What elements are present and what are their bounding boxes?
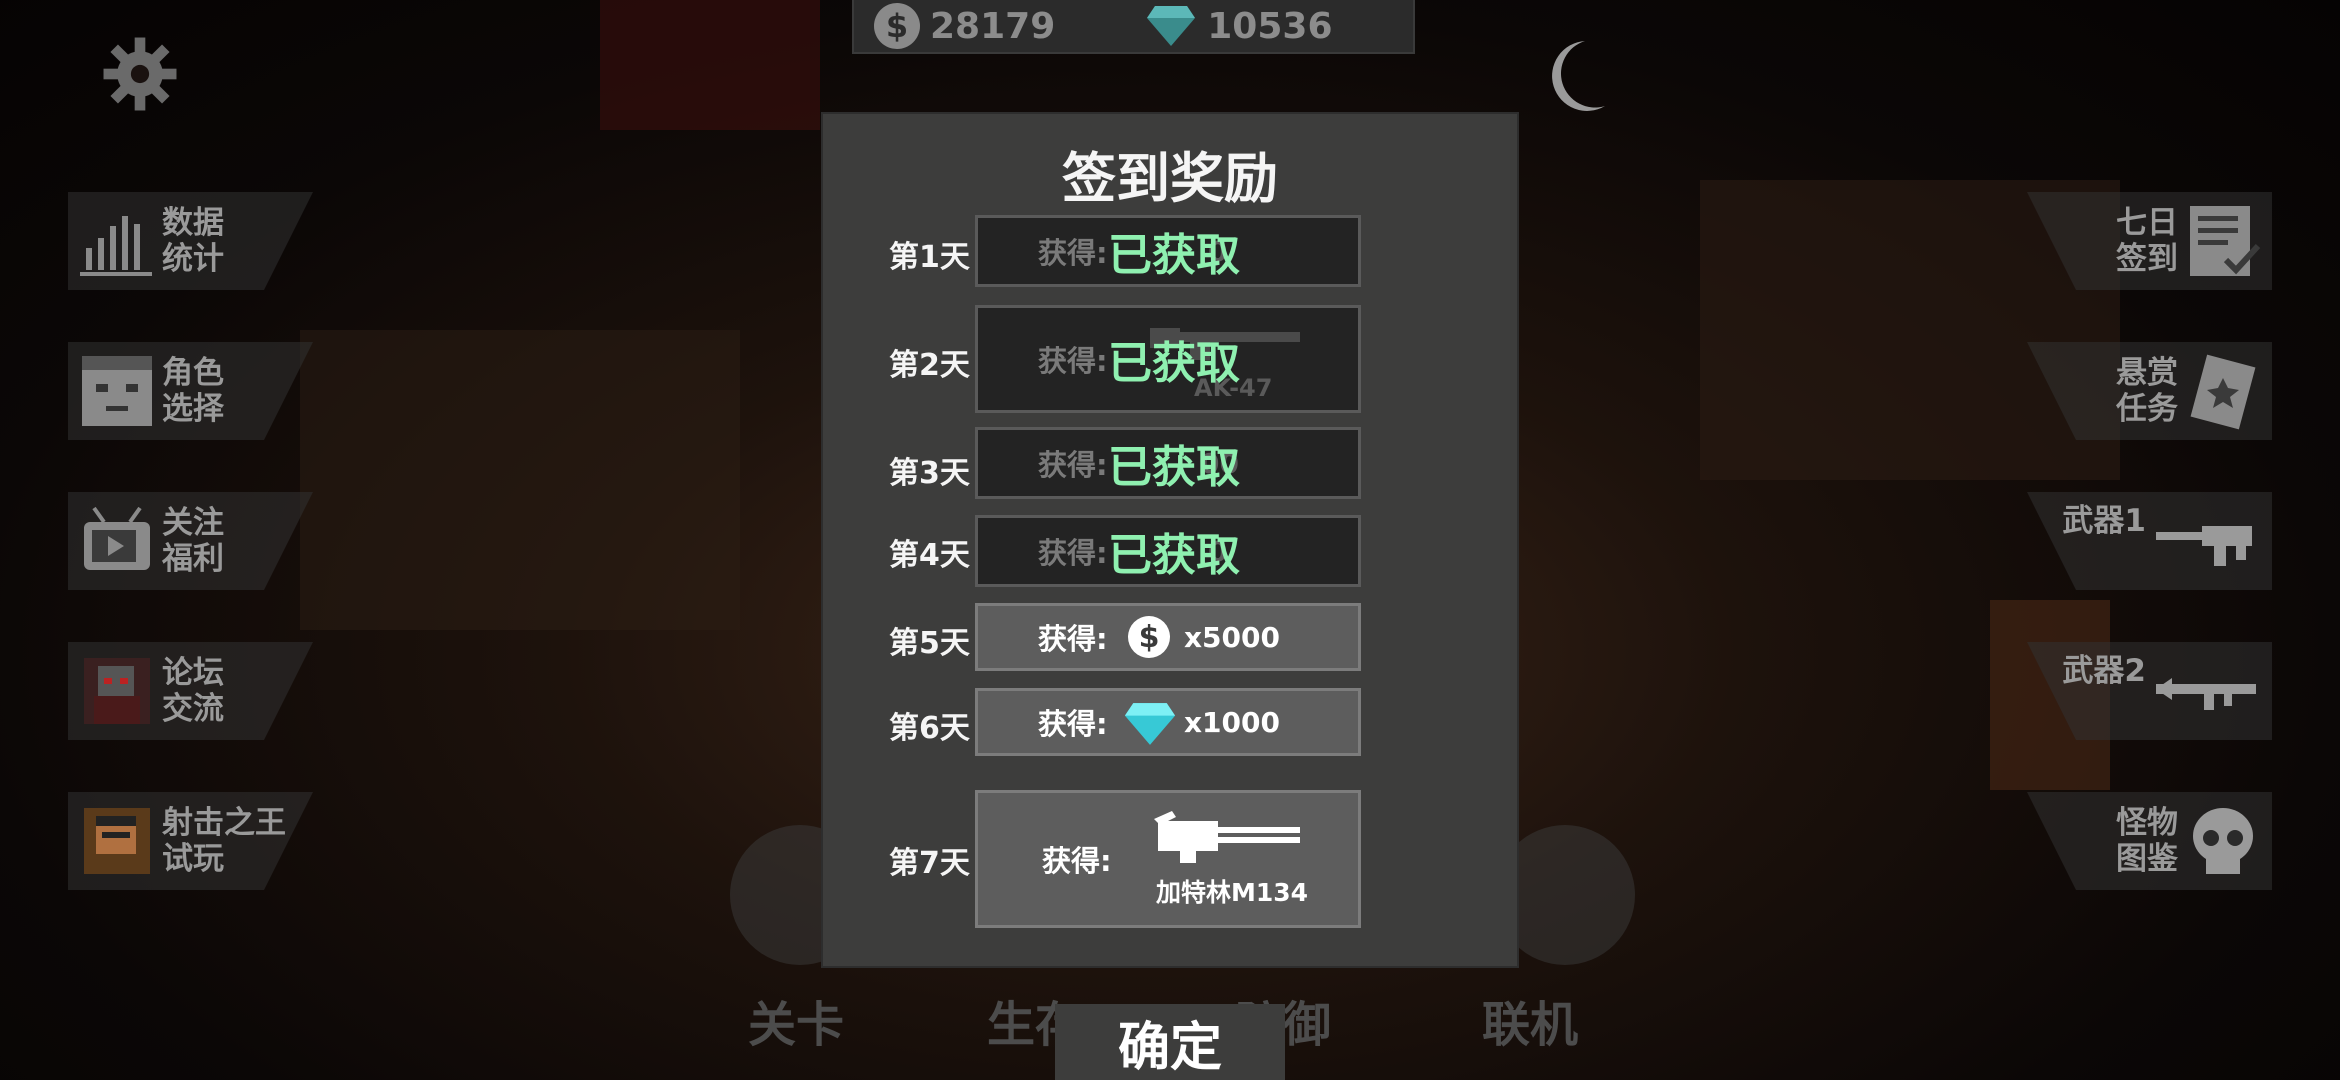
get-label: 获得: [1038, 236, 1108, 270]
menu-stats-label: 数据 统计 [162, 205, 224, 277]
day-3-label: 第3天 [889, 456, 970, 491]
get-label: 获得: [1038, 448, 1108, 482]
day-1-label: 第1天 [889, 240, 970, 275]
day-7-item-name: 加特林M134 [1156, 878, 1309, 907]
checklist-icon [2190, 206, 2261, 276]
day-5-label: 第5天 [889, 626, 970, 661]
day-6-amount: x1000 [1184, 705, 1280, 739]
day-1-reward: 获得: 0 已获取 [975, 215, 1361, 287]
mode-online-label[interactable]: 联机 [1482, 985, 1578, 1055]
menu-forum-label: 论坛 交流 [162, 655, 224, 727]
coin-count: 28179 [930, 5, 1056, 47]
menu-stats-button[interactable]: 数据 统计 [68, 192, 313, 290]
day-4-label: 第4天 [889, 538, 970, 573]
coin-balance: $ 28179 [874, 3, 1055, 49]
gatling-gun-icon [1154, 811, 1300, 863]
bar-chart-icon [80, 216, 152, 276]
menu-trial-label: 射击之王 试玩 [162, 805, 286, 877]
menu-monster-label: 怪物 图鉴 [2116, 805, 2178, 877]
day-2-label: 第2天 [889, 348, 970, 383]
menu-weapon2-label: 武器2 [2062, 653, 2146, 689]
menu-follow-label: 关注 福利 [162, 505, 224, 577]
menu-monster-button[interactable]: 怪物 图鉴 [2027, 792, 2272, 890]
menu-forum-button[interactable]: 论坛 交流 [68, 642, 313, 740]
menu-weapon1-label: 武器1 [2062, 503, 2146, 539]
bg-red-shelf [600, 0, 820, 130]
menu-checkin-label: 七日 签到 [2116, 205, 2178, 277]
gem-count: 10536 [1207, 5, 1333, 47]
menu-character-label: 角色 选择 [162, 355, 224, 427]
claimed-label: 已获取 [1108, 530, 1240, 581]
checkin-reward-dialog: 签到奖励 第1天 获得: 0 已获取 第2天 AK-47 获得: 已获取 第3天… [823, 114, 1517, 966]
coin-icon: $ [874, 3, 920, 49]
get-label: 获得: [1038, 622, 1108, 656]
confirm-button[interactable]: 确定 [1055, 1004, 1285, 1080]
settings-gear-icon[interactable] [102, 36, 178, 112]
menu-bounty-label: 悬赏 任务 [2116, 355, 2178, 427]
menu-weapon1-button[interactable]: 武器1 [2027, 492, 2272, 590]
mode-level-label[interactable]: 关卡 [748, 985, 844, 1055]
day-5-amount: x5000 [1184, 620, 1280, 654]
day-5-reward[interactable]: 获得: $ x5000 [975, 603, 1361, 671]
day-4-reward: 获得: 0 已获取 [975, 515, 1361, 587]
day-7-reward[interactable]: 获得: 加特林M134 [975, 790, 1361, 928]
avatar-icon [84, 658, 150, 724]
currency-bar: $ 28179 10536 [852, 0, 1415, 54]
get-label: 获得: [1038, 536, 1108, 570]
day-6-label: 第6天 [889, 711, 970, 746]
day-7-label: 第7天 [889, 846, 970, 881]
menu-character-button[interactable]: 角色 选择 [68, 342, 313, 440]
day-6-reward[interactable]: 获得: x1000 [975, 688, 1361, 756]
claimed-label: 已获取 [1108, 230, 1240, 281]
gem-icon [1124, 703, 1176, 745]
coin-icon: $ [1128, 616, 1170, 658]
claimed-label: 已获取 [1108, 442, 1240, 493]
menu-follow-button[interactable]: 关注 福利 [68, 492, 313, 590]
tv-icon [84, 506, 150, 570]
bounty-card-icon [2190, 354, 2256, 430]
menu-trial-button[interactable]: 射击之王 试玩 [68, 792, 313, 890]
rocket-launcher-icon [2156, 678, 2256, 710]
bg-desk [300, 330, 740, 630]
day-3-reward: 获得: 00 已获取 [975, 427, 1361, 499]
character-face-icon [82, 356, 152, 426]
day-2-reward: AK-47 获得: 已获取 [975, 305, 1361, 413]
get-label: 获得: [1038, 707, 1108, 741]
claimed-label: 已获取 [1108, 338, 1240, 389]
dialog-title: 签到奖励 [1062, 147, 1278, 210]
rifle-icon [2156, 526, 2252, 566]
night-mode-moon-icon[interactable] [1540, 36, 1610, 116]
gem-icon [1147, 6, 1196, 46]
get-label: 获得: [1042, 844, 1112, 878]
game-avatar-icon [84, 808, 150, 874]
gem-balance: 10536 [1145, 4, 1333, 48]
get-label: 获得: [1038, 344, 1108, 378]
skull-icon [2193, 808, 2253, 874]
